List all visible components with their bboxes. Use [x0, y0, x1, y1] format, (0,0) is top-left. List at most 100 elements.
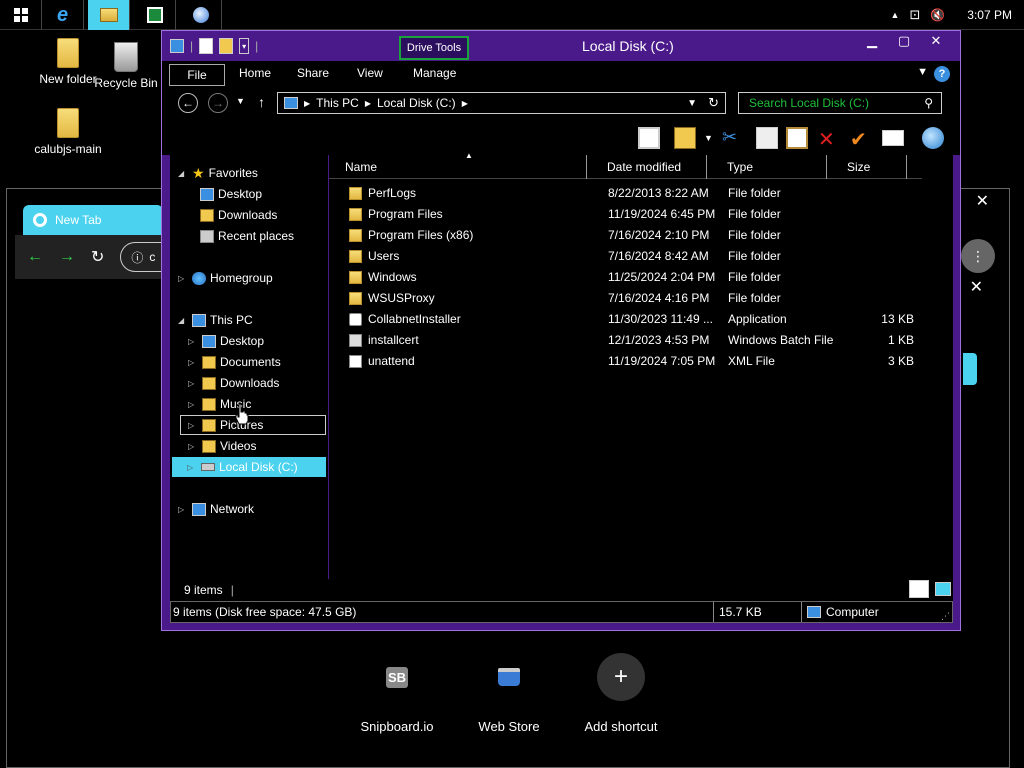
taskbar-file-explorer[interactable] — [88, 0, 130, 30]
start-button[interactable] — [0, 0, 42, 30]
clock[interactable]: 3:07 PM — [967, 8, 1012, 22]
forward-button[interactable]: → — [208, 93, 228, 113]
network-icon[interactable]: ⊡ — [909, 7, 920, 23]
file-row[interactable]: Program Files (x86) 7/16/2024 2:10 PM File… — [329, 225, 929, 246]
tab-share[interactable]: Share — [297, 66, 329, 80]
expand-triangle-icon[interactable]: ▷ — [178, 505, 188, 514]
collapse-triangle-icon[interactable]: ◢ — [178, 316, 188, 325]
nav-this-pc[interactable]: ◢ This PC — [178, 310, 253, 330]
expand-ribbon-icon[interactable]: ▼ — [917, 66, 928, 78]
file-row[interactable]: Program Files 11/19/2024 6:45 PM File fold… — [329, 204, 929, 225]
details-view-icon[interactable] — [909, 580, 929, 598]
computer-icon[interactable] — [170, 39, 184, 53]
close-button[interactable]: ✕ — [920, 33, 952, 49]
column-date-modified[interactable]: Date modified — [601, 155, 707, 179]
breadcrumb-this-pc[interactable]: This PC — [316, 96, 359, 110]
file-row[interactable]: unattend 11/19/2024 7:05 PM XML File 3 KB — [329, 351, 929, 372]
large-icons-view-icon[interactable] — [935, 582, 951, 596]
nav-pc-local-disk[interactable]: ▷ Local Disk (C:) — [172, 457, 326, 477]
tab-manage[interactable]: Manage — [413, 66, 456, 80]
nav-fav-desktop[interactable]: Desktop — [200, 184, 262, 204]
recent-locations-icon[interactable]: ▼ — [236, 96, 245, 106]
nav-network[interactable]: ▷ Network — [178, 499, 254, 519]
new-folder-icon[interactable] — [219, 38, 234, 54]
forward-arrow-icon[interactable]: → — [59, 248, 75, 266]
omnibox[interactable]: ⓘ c — [120, 242, 165, 272]
desktop-icon-calubjs-main[interactable]: calubjs-main — [30, 108, 106, 156]
nav-pc-videos[interactable]: ▷ Videos — [188, 436, 256, 456]
nav-pc-desktop[interactable]: ▷ Desktop — [188, 331, 264, 351]
search-icon[interactable]: ⚲ — [924, 96, 933, 110]
up-arrow-icon[interactable]: ↑ — [258, 94, 265, 110]
browser-tab[interactable]: New Tab — [23, 205, 163, 235]
expand-triangle-icon[interactable]: ▷ — [178, 274, 188, 283]
desktop-icon-recycle-bin[interactable]: Recycle Bin — [88, 42, 164, 90]
maximize-button[interactable]: ▢ — [888, 33, 920, 49]
tray-expand-icon[interactable]: ▲ — [891, 10, 900, 20]
cut-icon[interactable]: ✂ — [722, 127, 744, 149]
shortcut-web-store[interactable]: Web Store — [454, 653, 564, 734]
collapse-triangle-icon[interactable]: ◢ — [178, 169, 188, 178]
nav-fav-downloads[interactable]: Downloads — [200, 205, 277, 225]
expand-triangle-icon[interactable]: ▷ — [188, 421, 198, 430]
panel-close-icon[interactable]: ✕ — [970, 277, 983, 297]
chevron-right-icon[interactable]: ▶ — [365, 99, 371, 108]
nav-pc-pictures[interactable]: ▷ Pictures — [180, 415, 326, 435]
copy-icon[interactable] — [756, 127, 778, 149]
nav-pc-downloads[interactable]: ▷ Downloads — [188, 373, 279, 393]
browser-close-icon[interactable]: ✕ — [976, 191, 989, 211]
tab-view[interactable]: View — [357, 66, 383, 80]
delete-icon[interactable]: ✕ — [818, 127, 840, 151]
address-dropdown-icon[interactable]: ▼ — [687, 98, 697, 109]
nav-homegroup[interactable]: ▷ Homegroup — [178, 268, 273, 288]
properties-icon[interactable] — [199, 38, 214, 54]
back-arrow-icon[interactable]: ← — [27, 248, 43, 266]
drive-tools-tab[interactable]: Drive Tools — [399, 36, 469, 60]
taskbar-spreadsheet-app[interactable] — [134, 0, 176, 30]
dropdown-icon[interactable]: ▼ — [704, 133, 713, 143]
chevron-right-icon[interactable]: ▶ — [462, 99, 468, 108]
browser-menu-button[interactable]: ⋮ — [961, 239, 995, 273]
refresh-icon[interactable]: ↻ — [708, 95, 719, 111]
expand-triangle-icon[interactable]: ▷ — [188, 442, 198, 451]
title-bar[interactable]: | ▾ | Drive Tools Local Disk (C:) ▁ ▢ ✕ — [162, 31, 960, 61]
expand-triangle-icon[interactable]: ▷ — [188, 379, 198, 388]
file-row[interactable]: CollabnetInstaller 11/30/2023 11:49 ... Ap… — [329, 309, 929, 330]
chevron-right-icon[interactable]: ▶ — [304, 99, 310, 108]
customize-dropdown-icon[interactable]: ▾ — [239, 38, 250, 54]
tab-file[interactable]: File — [169, 64, 225, 86]
file-row[interactable]: Users 7/16/2024 8:42 AM File folder — [329, 246, 929, 267]
preview-pane-icon[interactable] — [638, 127, 660, 149]
column-type[interactable]: Type — [721, 155, 827, 179]
help-icon[interactable]: ? — [934, 66, 950, 82]
column-size[interactable]: Size — [841, 155, 907, 179]
expand-triangle-icon[interactable]: ▷ — [187, 463, 197, 472]
file-row[interactable]: PerfLogs 8/22/2013 8:22 AM File folder — [329, 183, 929, 204]
speaker-muted-icon[interactable]: 🔇 — [930, 8, 945, 22]
nav-fav-recent[interactable]: Recent places — [200, 226, 294, 246]
search-box[interactable]: Search Local Disk (C:) ⚲ — [738, 92, 942, 114]
paste-icon[interactable] — [786, 127, 808, 149]
reload-icon[interactable]: ↻ — [91, 247, 104, 267]
tab-home[interactable]: Home — [239, 66, 271, 80]
file-row[interactable]: Windows 11/25/2024 2:04 PM File folder — [329, 267, 929, 288]
nav-favorites[interactable]: ◢ ★ Favorites — [178, 163, 258, 183]
checkmark-icon[interactable]: ✔ — [850, 127, 872, 151]
address-bar[interactable]: ▶ This PC ▶ Local Disk (C:) ▶ ▼ ↻ — [277, 92, 726, 114]
file-row[interactable]: WSUSProxy 7/16/2024 4:16 PM File folder — [329, 288, 929, 309]
shortcut-add[interactable]: + Add shortcut — [566, 653, 676, 734]
taskbar-internet-explorer[interactable]: e — [42, 0, 84, 30]
resize-grip-icon[interactable]: ⋰ — [941, 611, 950, 622]
expand-triangle-icon[interactable]: ▷ — [188, 337, 198, 346]
minimize-button[interactable]: ▁ — [856, 33, 888, 49]
taskbar-globe-app[interactable] — [180, 0, 222, 30]
expand-triangle-icon[interactable]: ▷ — [188, 400, 198, 409]
network-globe-icon[interactable] — [922, 127, 944, 149]
folder-options-icon[interactable] — [674, 127, 696, 149]
expand-triangle-icon[interactable]: ▷ — [188, 358, 198, 367]
file-row[interactable]: installcert 12/1/2023 4:53 PM Windows Batc… — [329, 330, 929, 351]
rename-icon[interactable] — [882, 130, 904, 146]
nav-pc-documents[interactable]: ▷ Documents — [188, 352, 281, 372]
back-button[interactable]: ← — [178, 93, 198, 113]
shortcut-snipboard[interactable]: SB Snipboard.io — [342, 653, 452, 734]
